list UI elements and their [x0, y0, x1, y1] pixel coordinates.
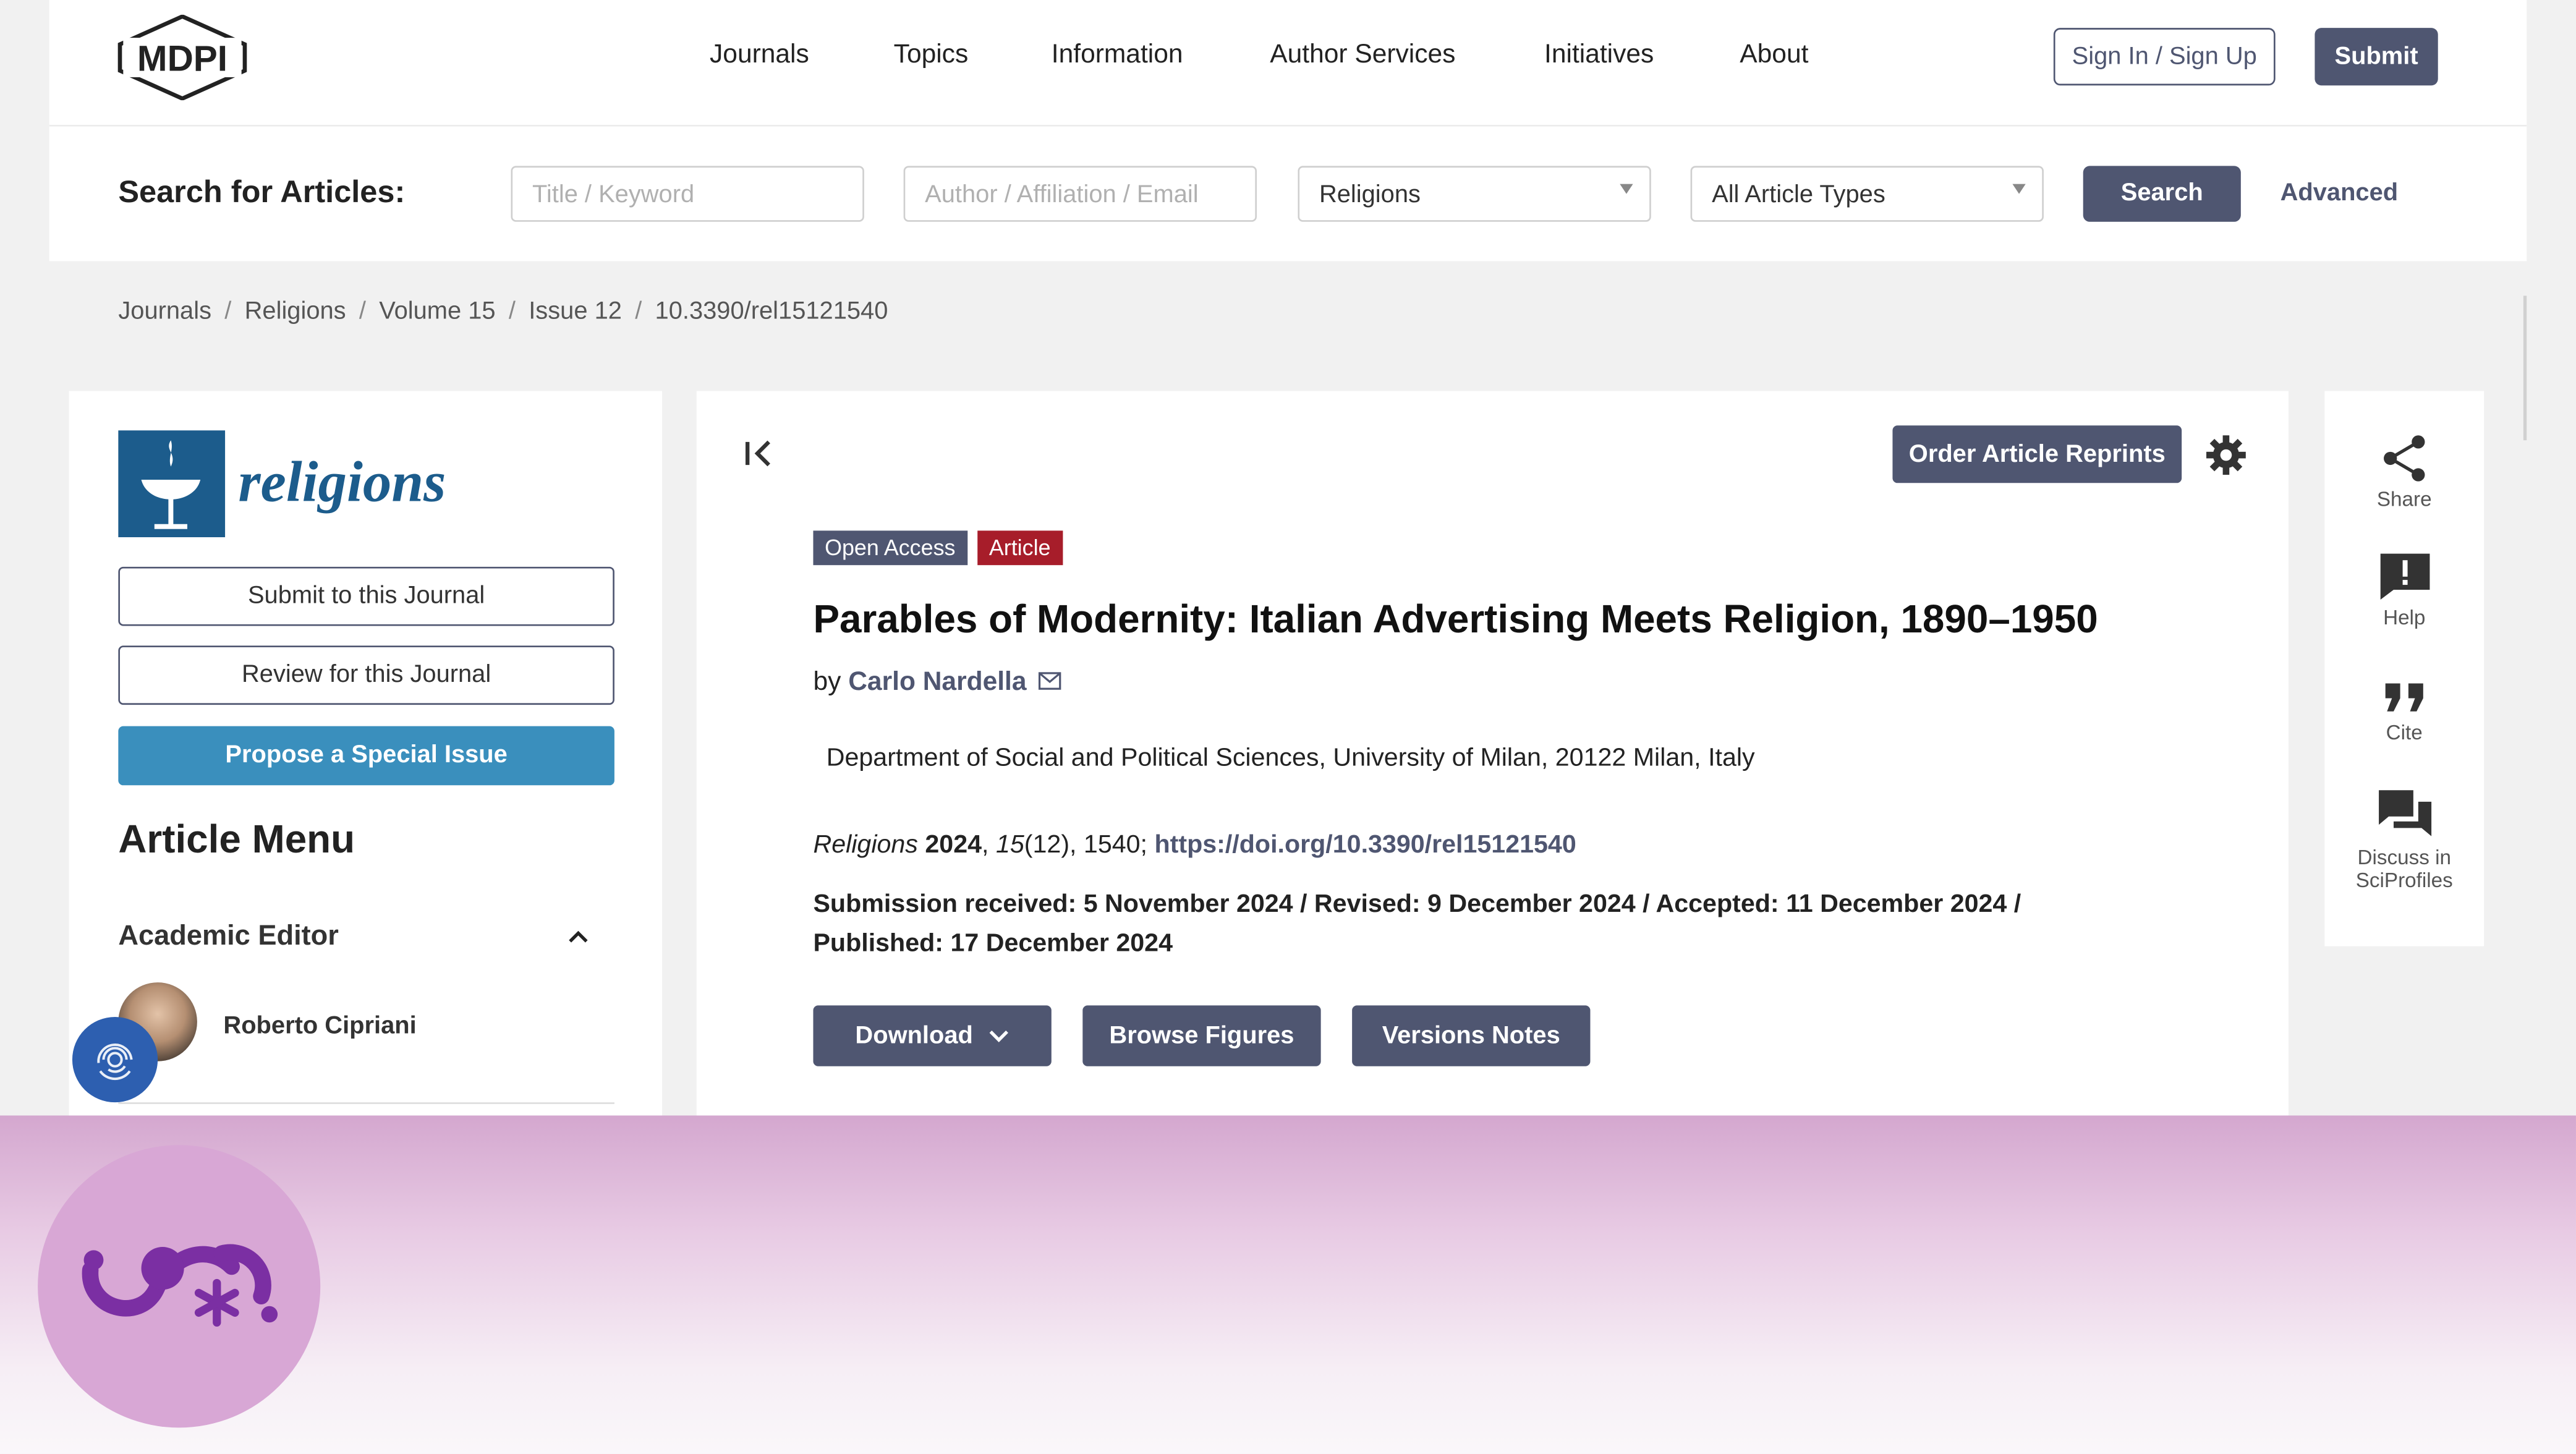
journal-logo-icon[interactable]: [118, 430, 226, 538]
chevron-down-icon: [2012, 184, 2026, 194]
share-label: Share: [2376, 488, 2432, 511]
share-icon: [2383, 435, 2425, 482]
bottom-overlay: [0, 1115, 2576, 1454]
submit-to-journal-button[interactable]: Submit to this Journal: [118, 566, 614, 626]
breadcrumb-doi: 10.3390/rel15121540: [655, 297, 888, 326]
keyword-input[interactable]: Title / Keyword: [511, 166, 864, 222]
academic-editor-heading[interactable]: Academic Editor: [118, 920, 339, 953]
site-header: MDPI Journals Topics Information Author …: [49, 0, 2527, 127]
breadcrumb-separator: /: [508, 297, 516, 326]
affiliation: Department of Social and Political Scien…: [826, 744, 1755, 773]
help-label: Help: [2383, 606, 2426, 629]
chevron-down-icon: [1620, 184, 1633, 194]
gear-icon[interactable]: [2203, 432, 2249, 478]
brand-badge[interactable]: [38, 1145, 321, 1428]
doi-link[interactable]: https://doi.org/10.3390/rel15121540: [1154, 831, 1576, 859]
editor-name[interactable]: Roberto Cipriani: [223, 1012, 416, 1040]
propose-special-issue-button[interactable]: Propose a Special Issue: [118, 726, 614, 786]
breadcrumb-separator: /: [359, 297, 366, 326]
author-input[interactable]: Author / Affiliation / Email: [903, 166, 1257, 222]
share-tool[interactable]: Share: [2324, 434, 2484, 511]
fingerprint-button[interactable]: [72, 1016, 158, 1103]
by-label: by: [813, 668, 841, 697]
chevron-down-icon: [990, 1031, 1010, 1042]
nav-information[interactable]: Information: [1052, 41, 1183, 70]
breadcrumb-separator: /: [224, 297, 232, 326]
article-type-badge: Article: [977, 530, 1063, 566]
nav-journals[interactable]: Journals: [710, 41, 809, 70]
help-tool[interactable]: Help: [2324, 552, 2484, 629]
open-access-badge: Open Access: [813, 530, 967, 566]
help-icon: [2379, 553, 2429, 600]
review-for-journal-button[interactable]: Review for this Journal: [118, 645, 614, 705]
article-badges: Open Access Article: [813, 530, 1063, 566]
cite-journal: Religions: [813, 831, 918, 859]
journal-select-value: Religions: [1319, 181, 1421, 209]
article-title: Parables of Modernity: Italian Advertisi…: [813, 598, 2098, 643]
journal-select[interactable]: Religions: [1298, 166, 1651, 222]
cite-year: 2024: [925, 831, 982, 859]
journal-name: religions: [238, 450, 446, 514]
article-panel: Order Article Reprints Open Access Artic…: [696, 391, 2289, 1147]
breadcrumb-separator: /: [635, 297, 642, 326]
download-label: Download: [855, 1021, 973, 1050]
article-menu-title: Article Menu: [118, 818, 355, 863]
divider: [118, 1102, 614, 1104]
brand-logo-icon: [82, 1244, 278, 1327]
nav-author-services[interactable]: Author Services: [1270, 41, 1455, 70]
search-bar: Search for Articles: Title / Keyword Aut…: [49, 126, 2527, 261]
nav-initiatives[interactable]: Initiatives: [1544, 41, 1654, 70]
order-reprints-button[interactable]: Order Article Reprints: [1892, 425, 2182, 483]
breadcrumb-issue[interactable]: Issue 12: [529, 297, 622, 325]
discuss-tool[interactable]: Discuss in SciProfiles: [2324, 789, 2484, 892]
cite-label: Cite: [2386, 721, 2423, 744]
logo-text: MDPI: [137, 38, 227, 79]
submit-button[interactable]: Submit: [2315, 28, 2438, 86]
dates-line-1: Submission received: 5 November 2024 / R…: [813, 890, 2021, 919]
quote-icon: [2384, 683, 2423, 712]
fingerprint-icon: [97, 1044, 133, 1081]
breadcrumb-journals[interactable]: Journals: [118, 297, 211, 325]
left-sidebar: religions Submit to this Journal Review …: [69, 391, 662, 1147]
cite-tool[interactable]: Cite: [2324, 677, 2484, 744]
nav-about[interactable]: About: [1740, 41, 1808, 70]
discuss-label-2: SciProfiles: [2355, 869, 2453, 893]
collapse-sidebar-icon[interactable]: [742, 437, 775, 470]
citation: Religions 2024, 15(12), 1540; https://do…: [813, 831, 1576, 859]
article-byline: by Carlo Nardella: [813, 668, 1062, 699]
email-icon[interactable]: [1039, 672, 1062, 690]
chevron-up-icon[interactable]: [568, 930, 588, 943]
mdpi-logo[interactable]: MDPI: [117, 14, 249, 101]
cite-volume: 15: [995, 831, 1024, 859]
advanced-search-link[interactable]: Advanced: [2281, 179, 2399, 207]
discuss-icon: [2378, 790, 2431, 836]
nav-topics[interactable]: Topics: [894, 41, 969, 70]
sign-in-button[interactable]: Sign In / Sign Up: [2053, 28, 2276, 86]
browse-figures-button[interactable]: Browse Figures: [1082, 1005, 1321, 1066]
dates-line-2: Published: 17 December 2024: [813, 930, 1173, 958]
cite-issue-pages: (12), 1540;: [1024, 831, 1148, 859]
versions-notes-button[interactable]: Versions Notes: [1352, 1005, 1591, 1066]
breadcrumb-religions[interactable]: Religions: [245, 297, 346, 325]
article-type-value: All Article Types: [1712, 181, 1885, 209]
search-label: Search for Articles:: [118, 176, 406, 211]
article-type-select[interactable]: All Article Types: [1690, 166, 2044, 222]
breadcrumb: Journals / Religions / Volume 15 / Issue 12 / 10…: [118, 297, 888, 325]
breadcrumb-volume[interactable]: Volume 15: [379, 297, 495, 325]
download-button[interactable]: Download: [813, 1005, 1052, 1066]
search-button[interactable]: Search: [2083, 166, 2241, 222]
scrollbar-thumb[interactable]: [2523, 295, 2527, 441]
discuss-label: Discuss in: [2357, 846, 2451, 869]
author-link[interactable]: Carlo Nardella: [848, 669, 1026, 697]
